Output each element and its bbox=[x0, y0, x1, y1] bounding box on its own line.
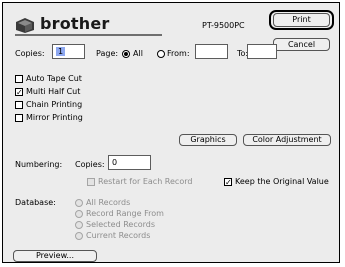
chain-printing-checkbox[interactable] bbox=[15, 101, 23, 109]
auto-tape-cut-checkbox[interactable] bbox=[15, 75, 23, 83]
db-current-records-radio[interactable] bbox=[75, 232, 83, 240]
page-to-input[interactable] bbox=[247, 44, 277, 59]
database-label: Database: bbox=[15, 198, 56, 207]
graphics-button[interactable]: Graphics bbox=[179, 134, 237, 146]
brand-logo: brother bbox=[40, 14, 110, 33]
preview-button[interactable]: Preview... bbox=[13, 250, 97, 262]
copies-value: 1 bbox=[56, 47, 66, 56]
multi-half-cut-label: Multi Half Cut bbox=[26, 87, 81, 96]
db-all-records-label: All Records bbox=[86, 198, 131, 207]
cancel-button[interactable]: Cancel bbox=[273, 38, 330, 51]
copies-input[interactable]: 1 bbox=[52, 44, 85, 59]
page-all-label: All bbox=[133, 49, 143, 58]
multi-half-cut-checkbox[interactable]: ✓ bbox=[15, 88, 23, 97]
print-button[interactable]: Print bbox=[273, 13, 330, 27]
keep-original-value-label: Keep the Original Value bbox=[235, 177, 329, 186]
db-all-records-radio[interactable] bbox=[75, 199, 83, 207]
db-record-range-label: Record Range From bbox=[86, 209, 164, 218]
numbering-label: Numbering: bbox=[15, 160, 63, 169]
page-from-label: From: bbox=[167, 49, 190, 58]
auto-tape-cut-label: Auto Tape Cut bbox=[26, 74, 82, 83]
brother-logo-icon bbox=[16, 18, 34, 33]
page-from-input[interactable] bbox=[195, 44, 228, 59]
copies-label: Copies: bbox=[15, 49, 45, 58]
chain-printing-label: Chain Printing bbox=[26, 100, 83, 109]
mirror-printing-label: Mirror Printing bbox=[26, 113, 83, 122]
mirror-printing-checkbox[interactable] bbox=[15, 114, 23, 122]
printer-model: PT-9500PC bbox=[202, 21, 245, 30]
db-selected-records-label: Selected Records bbox=[86, 220, 156, 229]
numbering-copies-label: Copies: bbox=[75, 160, 105, 169]
brand-underline bbox=[15, 34, 162, 36]
page-label: Page: bbox=[96, 49, 119, 58]
db-selected-records-radio[interactable] bbox=[75, 221, 83, 229]
print-dialog: brother PT-9500PC Print Cancel Copies: 1… bbox=[2, 2, 340, 263]
color-adjustment-button[interactable]: Color Adjustment bbox=[243, 134, 331, 146]
db-record-range-radio[interactable] bbox=[75, 210, 83, 218]
numbering-copies-input[interactable]: 0 bbox=[108, 155, 151, 170]
restart-for-each-record-label: Restart for Each Record bbox=[98, 177, 193, 186]
restart-for-each-record-checkbox[interactable] bbox=[87, 178, 95, 186]
page-all-radio[interactable] bbox=[122, 50, 130, 58]
keep-original-value-checkbox[interactable]: ✓ bbox=[224, 178, 232, 187]
db-current-records-label: Current Records bbox=[86, 231, 151, 240]
page-from-radio[interactable] bbox=[157, 50, 165, 58]
